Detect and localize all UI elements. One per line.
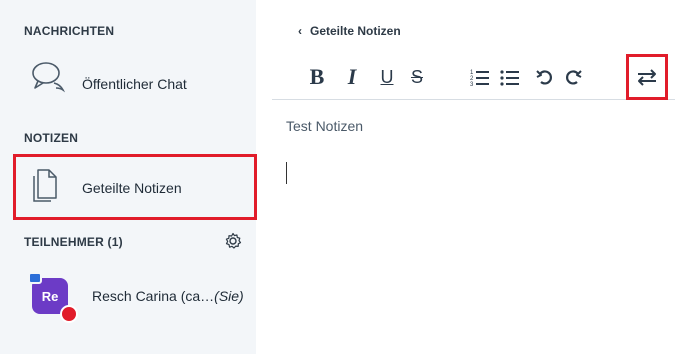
chevron-left-icon: ‹ (298, 24, 302, 38)
notes-section-title: NOTIZEN (24, 131, 79, 145)
participant-name-text: Resch Carina (ca… (92, 288, 215, 304)
highlight-box-swap-button (626, 54, 668, 100)
underline-button[interactable]: U (378, 62, 396, 92)
svg-text:3: 3 (470, 82, 474, 88)
highlight-box-shared-notes (13, 154, 257, 220)
participant-list-item[interactable]: Re Resch Carina (ca…(Sie) (0, 268, 256, 328)
editor-toolbar: B I U S 1 2 3 (272, 58, 675, 100)
messages-section-title: NACHRICHTEN (24, 24, 115, 38)
strikethrough-button[interactable]: S (408, 62, 426, 92)
sidebar-item-label: Öffentlicher Chat (82, 76, 187, 92)
notes-content-text[interactable]: Test Notizen (286, 118, 363, 134)
presenter-icon (28, 272, 42, 284)
bullet-list-icon[interactable] (500, 62, 520, 92)
text-cursor (286, 162, 287, 184)
panel-title: Geteilte Notizen (310, 24, 401, 38)
redo-icon[interactable] (564, 62, 582, 92)
back-button[interactable]: ‹ Geteilte Notizen (298, 24, 401, 38)
chat-icon (32, 62, 66, 93)
shared-notes-panel: ‹ Geteilte Notizen B I U S 1 2 3 Test No… (272, 0, 675, 354)
muted-mic-icon (60, 305, 78, 323)
participants-section-title: TEILNEHMER (1) (24, 235, 123, 249)
bold-button[interactable]: B (306, 62, 328, 92)
sidebar-item-public-chat[interactable]: Öffentlicher Chat (0, 54, 256, 106)
participant-name: Resch Carina (ca…(Sie) (92, 288, 244, 304)
italic-button[interactable]: I (342, 62, 362, 92)
undo-icon[interactable] (536, 62, 554, 92)
ordered-list-icon[interactable]: 1 2 3 (470, 62, 490, 92)
you-label: (Sie) (214, 288, 244, 304)
gear-icon[interactable] (224, 232, 242, 250)
